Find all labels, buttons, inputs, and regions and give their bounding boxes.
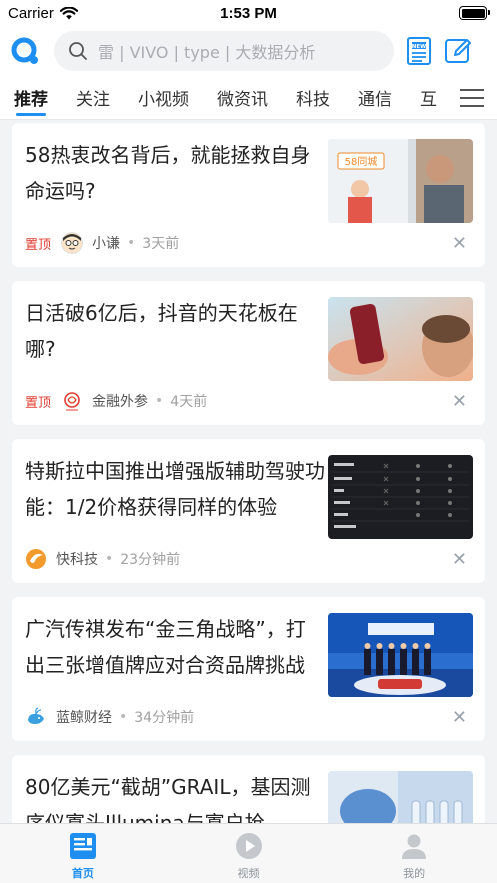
meta-separator: • (127, 235, 136, 251)
svg-text:58同城: 58同城 (345, 156, 378, 168)
tab-home[interactable]: 首页 (0, 824, 166, 883)
status-bar: Carrier 1:53 PM (0, 0, 497, 26)
news-source: 小谦 (92, 236, 121, 252)
bottom-tab-bar: 首页 视频 我的 (0, 823, 497, 883)
news-source: 金融外参 (92, 394, 149, 410)
status-left: Carrier (8, 5, 78, 22)
news-title[interactable]: 特斯拉中国推出增强版辅助驾驶功能：1/2价格获得同样的体验 (25, 453, 325, 539)
news-title[interactable]: 80亿美元“截胡”GRAIL，基因测序仪寡头Illumina与寡户抢 (25, 769, 325, 823)
header: 雷 | VIVO | type | 大数据分析 NEW (0, 26, 497, 76)
news-time: 3天前 (142, 236, 180, 252)
kuai-logo-icon (26, 549, 46, 569)
tab-home-label: 首页 (71, 867, 94, 880)
tab-channel[interactable]: 推荐 (14, 76, 48, 119)
news-icon[interactable]: NEW (406, 36, 434, 66)
channel-tabs: 推荐 关注 小视频 微资讯 科技 通信互 (0, 76, 497, 120)
news-thumbnail[interactable] (328, 613, 473, 697)
pinned-badge: 置顶 (25, 395, 52, 411)
news-time: 4天前 (170, 394, 208, 410)
news-source: 快科技 (56, 552, 98, 568)
news-title[interactable]: 广汽传祺发布“金三角战略”，打出三张增值牌应对合资品牌挑战 (25, 611, 325, 697)
tab-mine-label: 我的 (403, 867, 426, 880)
news-thumbnail[interactable]: 58同城 (328, 139, 473, 223)
news-title[interactable]: 58热衷改名背后，就能拯救自身命运吗? (25, 137, 325, 223)
tab-video-label: 视频 (237, 867, 260, 880)
avatar-cartoon-icon (61, 232, 84, 254)
compose-icon[interactable] (444, 36, 474, 66)
video-play-icon (235, 833, 262, 859)
wifi-icon (59, 6, 78, 19)
search-input[interactable]: 雷 | VIVO | type | 大数据分析 (54, 31, 394, 71)
tab-channel[interactable]: 小视频 (138, 76, 189, 119)
channel-list: 推荐 关注 小视频 微资讯 科技 通信互 (0, 76, 465, 119)
header-actions: NEW (406, 36, 474, 66)
news-thumbnail[interactable] (328, 455, 473, 539)
dismiss-icon[interactable]: ✕ (452, 233, 467, 254)
news-time: 23分钟前 (120, 552, 181, 568)
news-card[interactable]: 广汽传祺发布“金三角战略”，打出三张增值牌应对合资品牌挑战 蓝鲸财经 • 34分… (12, 597, 485, 741)
news-card[interactable]: 80亿美元“截胡”GRAIL，基因测序仪寡头Illumina与寡户抢 (12, 755, 485, 823)
app-logo-icon[interactable] (10, 36, 40, 66)
news-feed[interactable]: 58热衷改名背后，就能拯救自身命运吗? 58同城 置顶 小谦 • 3天前 ✕ 日… (0, 121, 497, 823)
news-time: 34分钟前 (134, 710, 195, 726)
search-placeholder: 雷 | VIVO | type | 大数据分析 (98, 43, 316, 62)
tab-video[interactable]: 视频 (166, 824, 332, 883)
dismiss-icon[interactable]: ✕ (452, 707, 467, 728)
battery-icon (459, 6, 490, 20)
dismiss-icon[interactable]: ✕ (452, 391, 467, 412)
news-title[interactable]: 日活破6亿后，抖音的天花板在哪? (25, 295, 325, 381)
home-feed-icon (69, 833, 96, 859)
meta-separator: • (119, 709, 128, 725)
news-source: 蓝鲸财经 (56, 710, 112, 726)
tab-channel[interactable]: 微资讯 (217, 76, 268, 119)
tab-mine[interactable]: 我的 (331, 824, 497, 883)
news-card[interactable]: 日活破6亿后，抖音的天花板在哪? 置顶 金融外参 • 4天前 ✕ (12, 281, 485, 425)
svg-text:NEW: NEW (412, 44, 426, 50)
tab-channel[interactable]: 科技 (296, 76, 330, 119)
hamburger-menu-icon (460, 88, 484, 107)
tab-channel[interactable]: 关注 (76, 76, 110, 119)
meta-separator: • (105, 551, 114, 567)
search-icon (69, 42, 87, 60)
dismiss-icon[interactable]: ✕ (452, 549, 467, 570)
news-thumbnail[interactable] (328, 297, 473, 381)
tab-channel[interactable]: 通信 (358, 76, 392, 119)
whale-logo-icon (28, 707, 44, 724)
pinned-badge: 置顶 (25, 237, 52, 253)
tab-channel[interactable]: 互 (420, 76, 437, 119)
news-card[interactable]: 特斯拉中国推出增强版辅助驾驶功能：1/2价格获得同样的体验 快科技 • 23分钟… (12, 439, 485, 583)
profile-icon (402, 834, 427, 859)
news-card[interactable]: 58热衷改名背后，就能拯救自身命运吗? 58同城 置顶 小谦 • 3天前 ✕ (12, 123, 485, 267)
news-thumbnail[interactable] (328, 771, 473, 823)
carrier-label: Carrier (8, 4, 54, 22)
channel-menu-button[interactable] (447, 76, 497, 119)
meta-separator: • (155, 393, 164, 409)
finance-logo-icon (64, 392, 80, 411)
